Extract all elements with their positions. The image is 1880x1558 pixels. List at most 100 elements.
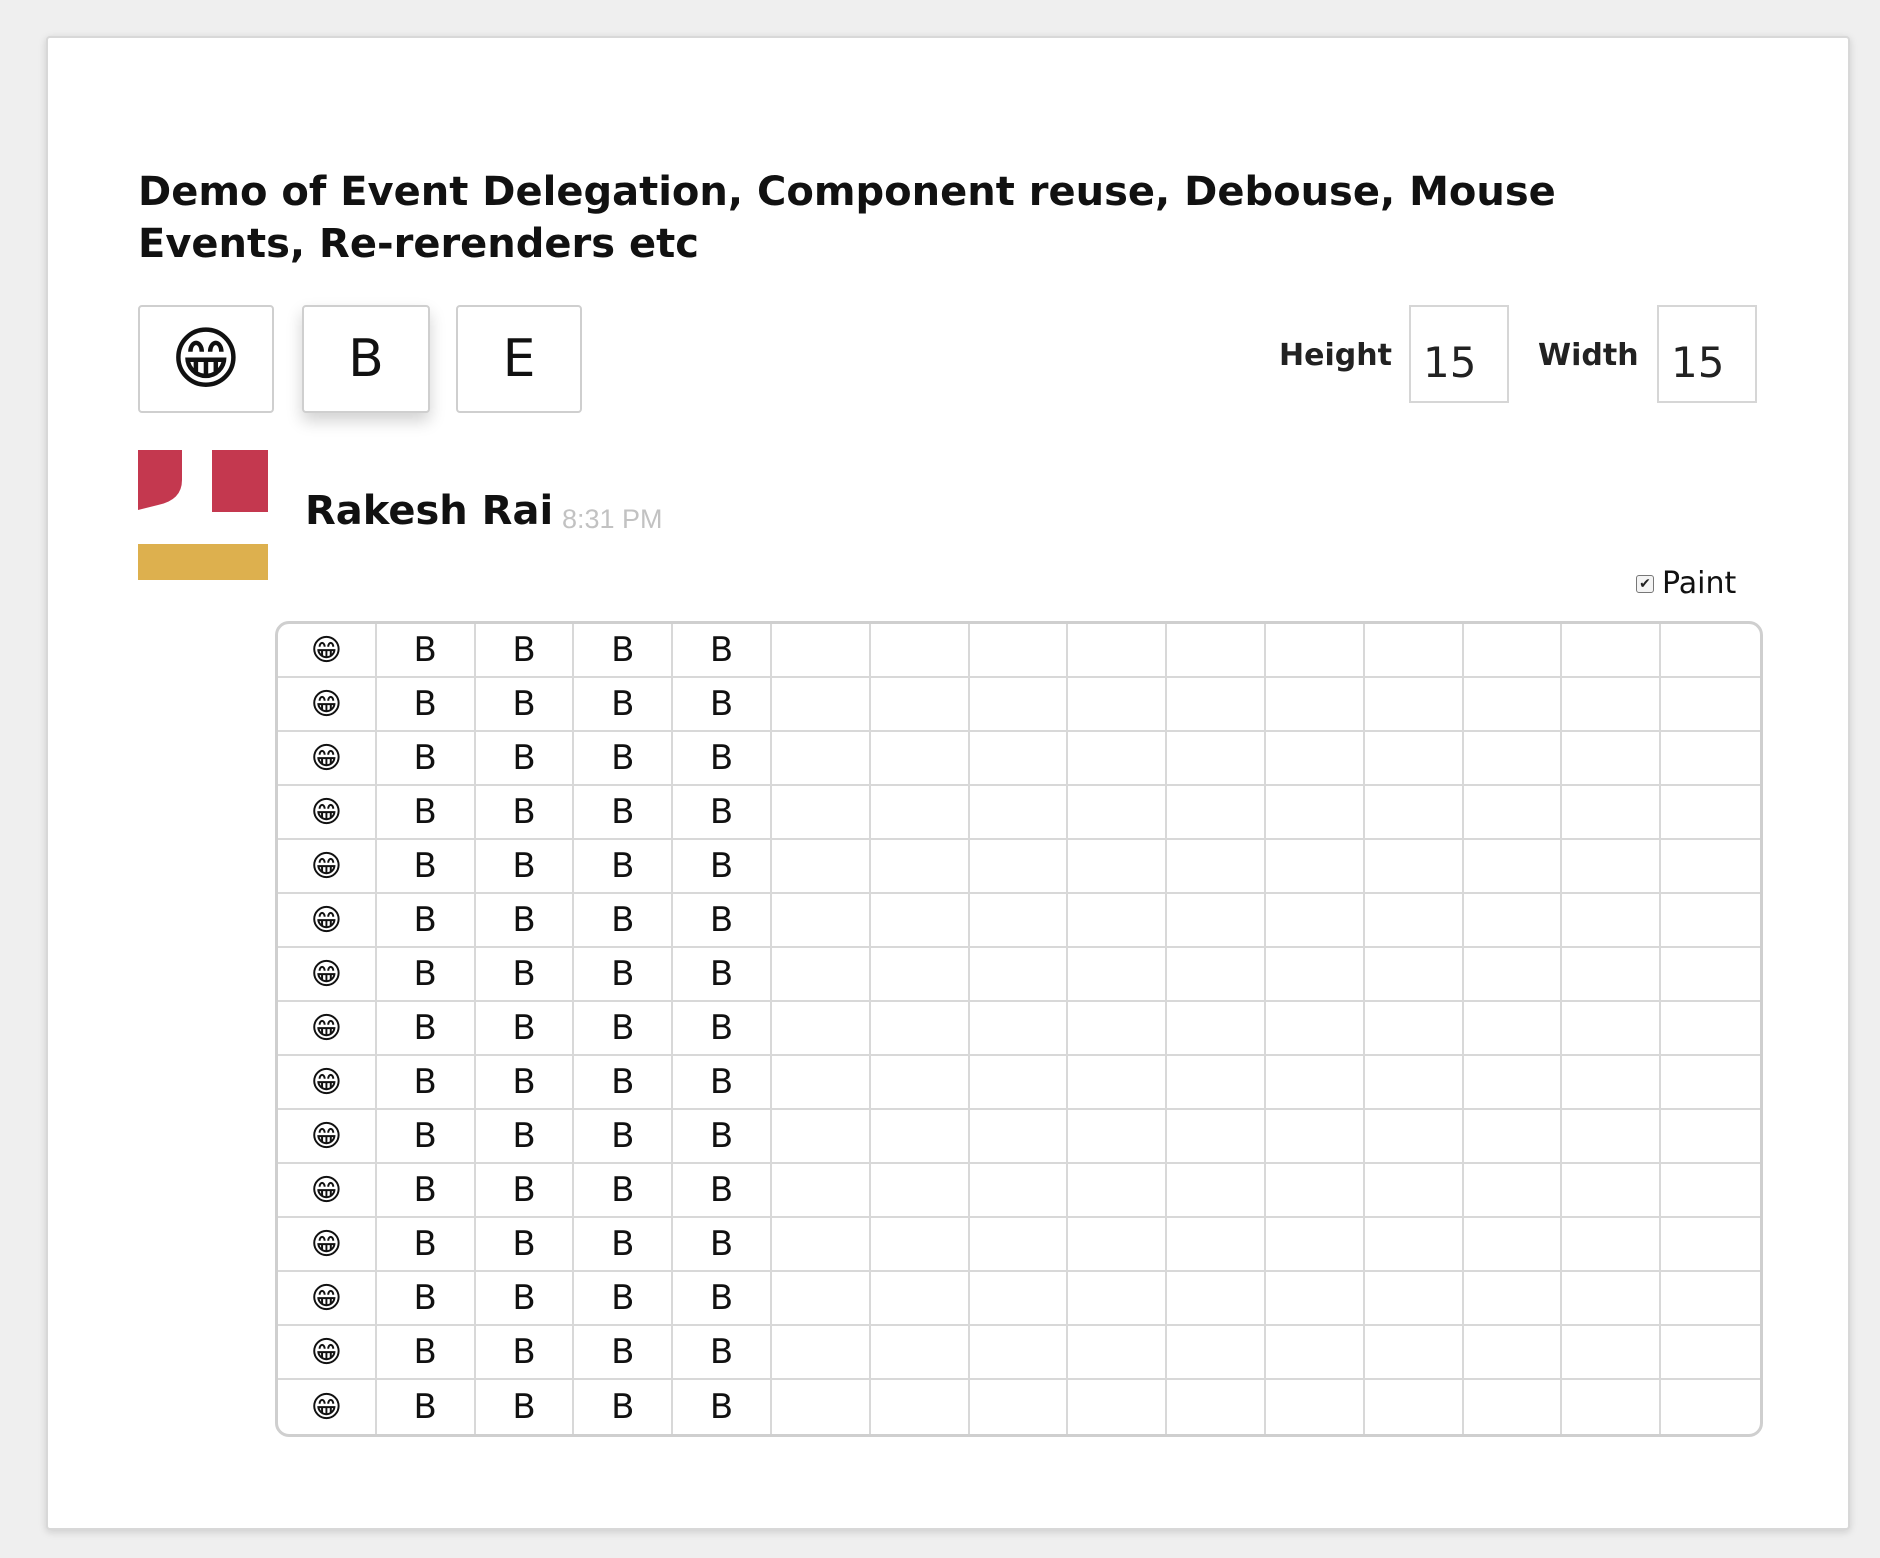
grid-cell[interactable]: B	[574, 1326, 674, 1380]
grid-cell[interactable]: B	[673, 1110, 772, 1164]
grid-cell[interactable]	[1661, 1164, 1760, 1218]
grid-cell[interactable]	[1661, 1380, 1760, 1434]
grid-cell[interactable]	[1068, 1380, 1168, 1434]
grid-cell[interactable]: B	[376, 1002, 476, 1056]
grid-cell[interactable]	[1562, 1218, 1662, 1272]
grid-cell[interactable]: B	[574, 732, 674, 786]
grid-cell[interactable]	[1068, 1056, 1168, 1110]
grid-cell[interactable]	[969, 1002, 1069, 1056]
grid-cell[interactable]	[1463, 1272, 1563, 1326]
grid-cell[interactable]	[1167, 1110, 1266, 1164]
grid-cell[interactable]	[969, 1056, 1069, 1110]
grid-cell[interactable]	[772, 840, 871, 894]
grid-cell[interactable]	[1068, 1164, 1168, 1218]
b-tool-button[interactable]: B	[302, 305, 430, 413]
grid-cell[interactable]: 😁	[278, 1002, 377, 1056]
grid-cell[interactable]	[1562, 840, 1662, 894]
grid-cell[interactable]	[870, 1326, 970, 1380]
grid-cell[interactable]	[1068, 1272, 1168, 1326]
grid-cell[interactable]	[1562, 1164, 1662, 1218]
grid-cell[interactable]: 😁	[278, 1164, 377, 1218]
grid-cell[interactable]: B	[376, 732, 476, 786]
grid-cell[interactable]: B	[376, 624, 476, 678]
grid-cell[interactable]	[1167, 1380, 1266, 1434]
grid-cell[interactable]	[1661, 624, 1760, 678]
grid-cell[interactable]	[1661, 1272, 1760, 1326]
grid-cell[interactable]	[1464, 1380, 1563, 1434]
grid-cell[interactable]	[1167, 1272, 1266, 1326]
grid-cell[interactable]	[1167, 948, 1266, 1002]
grid-cell[interactable]: B	[574, 1380, 674, 1434]
grid-cell[interactable]	[1365, 1380, 1464, 1434]
grid-cell[interactable]	[772, 1326, 871, 1380]
grid-cell[interactable]	[772, 678, 871, 732]
grid-cell[interactable]: B	[475, 1272, 575, 1326]
width-input[interactable]	[1657, 305, 1757, 403]
grid-cell[interactable]: B	[574, 678, 674, 732]
grid-cell[interactable]: B	[574, 1110, 674, 1164]
grid-cell[interactable]	[1463, 624, 1563, 678]
grid-cell[interactable]	[1661, 1218, 1760, 1272]
grid-cell[interactable]	[1463, 1002, 1563, 1056]
grid-cell[interactable]: B	[475, 732, 575, 786]
grid-cell[interactable]: B	[475, 1326, 575, 1380]
grid-cell[interactable]	[1463, 894, 1563, 948]
grid-cell[interactable]: B	[574, 1056, 674, 1110]
grid-cell[interactable]	[772, 1218, 871, 1272]
grid-cell[interactable]: 😁	[278, 732, 377, 786]
grid-cell[interactable]	[1266, 786, 1365, 840]
e-tool-button[interactable]: E	[456, 305, 582, 413]
grid-cell[interactable]: B	[574, 1218, 674, 1272]
grid-cell[interactable]	[870, 1110, 970, 1164]
grid-cell[interactable]	[870, 894, 970, 948]
grid-cell[interactable]	[1463, 948, 1563, 1002]
grid-cell[interactable]	[1167, 1056, 1266, 1110]
grid-cell[interactable]: B	[376, 1218, 476, 1272]
grid-cell[interactable]: B	[673, 840, 772, 894]
grid-cell[interactable]: B	[376, 1110, 476, 1164]
grid-cell[interactable]	[1562, 894, 1662, 948]
grid-cell[interactable]: B	[574, 1002, 674, 1056]
grid-cell[interactable]: B	[376, 894, 476, 948]
paint-grid[interactable]: 😁 B B B B 😁 B B B B 😁 B B B B 😁 B B B B 😁 B B B B 😁 B B B B 😁 B B B B 😁 B B B B…	[275, 621, 1763, 1437]
grid-cell[interactable]: B	[476, 1380, 575, 1434]
grid-cell[interactable]	[1167, 1218, 1266, 1272]
grid-cell[interactable]	[870, 732, 970, 786]
grid-cell[interactable]	[1562, 1326, 1662, 1380]
grid-cell[interactable]	[1068, 786, 1168, 840]
grid-cell[interactable]: B	[673, 624, 772, 678]
grid-cell[interactable]	[870, 1164, 970, 1218]
grid-cell[interactable]	[870, 948, 970, 1002]
grid-cell[interactable]	[969, 894, 1069, 948]
grid-cell[interactable]	[772, 1272, 871, 1326]
grid-cell[interactable]	[969, 1218, 1069, 1272]
grid-cell[interactable]: B	[475, 1164, 575, 1218]
paint-checkbox[interactable]: ✔	[1636, 574, 1654, 593]
grid-cell[interactable]	[1364, 894, 1464, 948]
grid-cell[interactable]: B	[376, 948, 476, 1002]
grid-cell[interactable]	[870, 1002, 970, 1056]
grid-cell[interactable]	[1167, 1326, 1266, 1380]
grid-cell[interactable]	[1068, 678, 1168, 732]
grid-cell[interactable]: 😁	[278, 1218, 377, 1272]
grid-cell[interactable]	[969, 1326, 1069, 1380]
grid-cell[interactable]: B	[376, 1272, 476, 1326]
grid-cell[interactable]	[772, 1002, 871, 1056]
grid-cell[interactable]	[1068, 1002, 1168, 1056]
grid-cell[interactable]: B	[475, 840, 575, 894]
grid-cell[interactable]: B	[475, 894, 575, 948]
grid-cell[interactable]: B	[673, 1380, 772, 1434]
grid-cell[interactable]: B	[376, 786, 476, 840]
grid-cell[interactable]	[871, 1380, 970, 1434]
grid-cell[interactable]	[1266, 894, 1365, 948]
grid-cell[interactable]	[870, 624, 970, 678]
grid-cell[interactable]: B	[574, 1164, 674, 1218]
grid-cell[interactable]: 😁	[278, 948, 377, 1002]
grid-cell[interactable]	[1661, 1056, 1760, 1110]
grid-cell[interactable]: 😁	[278, 1272, 377, 1326]
grid-cell[interactable]: B	[376, 678, 476, 732]
grid-cell[interactable]: B	[673, 678, 772, 732]
grid-cell[interactable]	[772, 1380, 871, 1434]
grid-cell[interactable]	[1167, 678, 1266, 732]
grid-cell[interactable]	[1463, 1110, 1563, 1164]
